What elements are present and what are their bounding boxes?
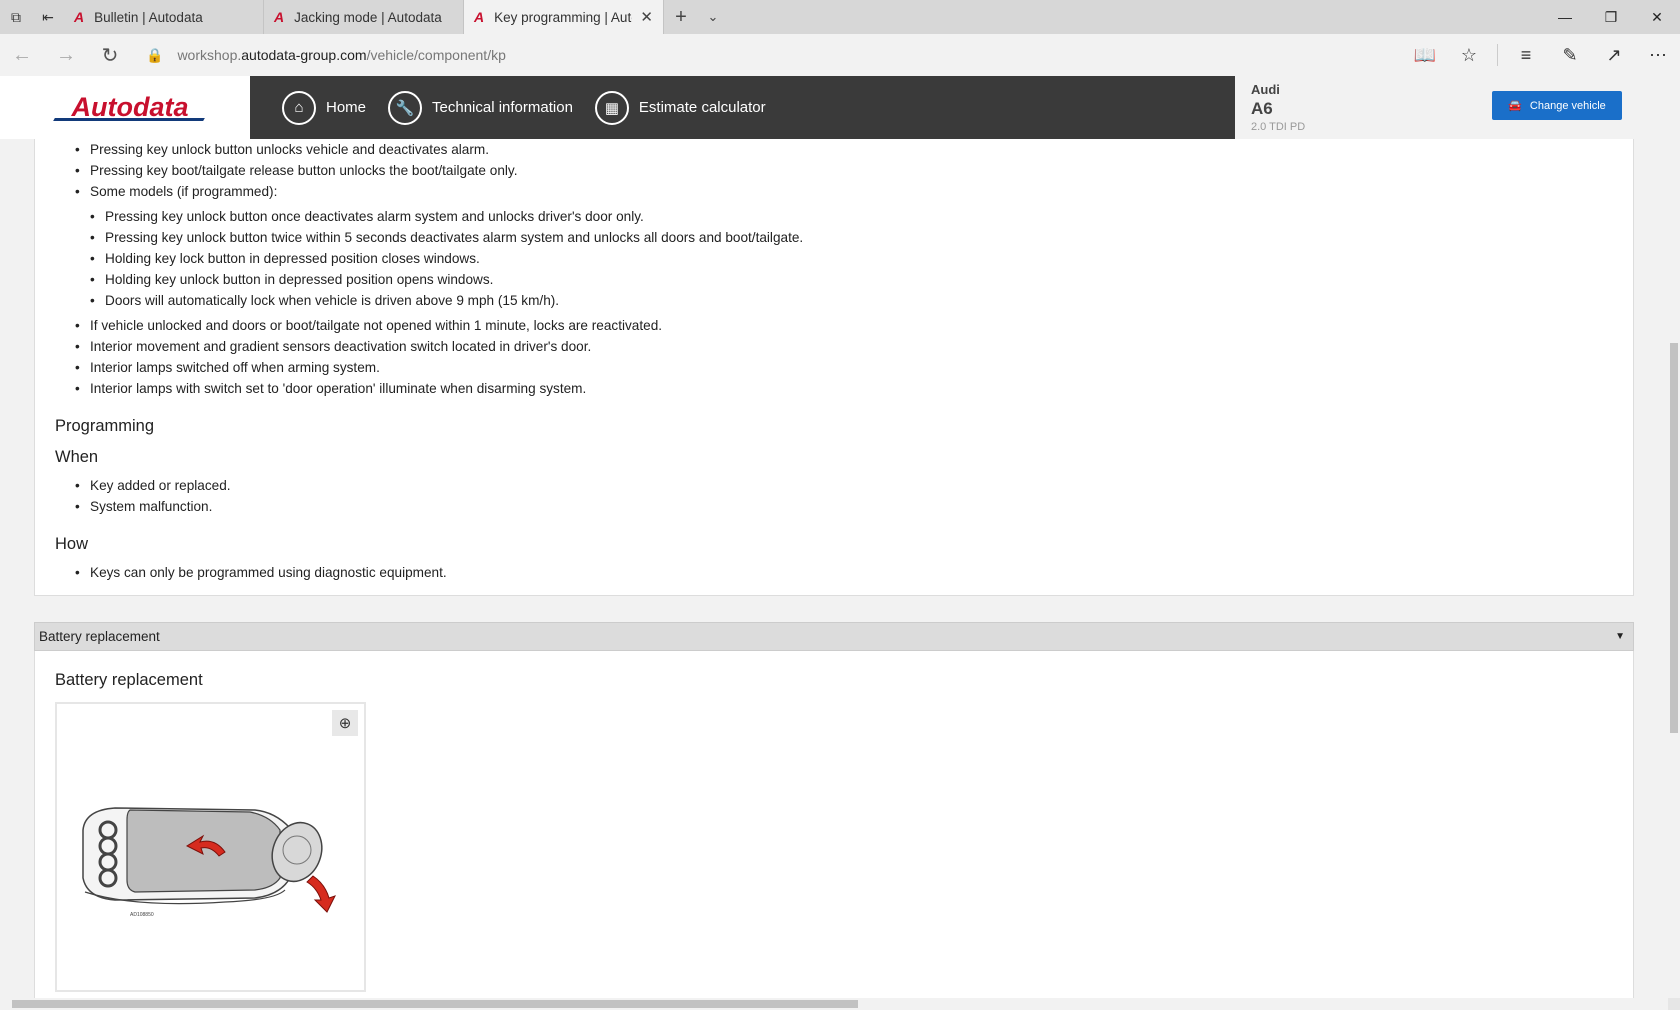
vehicle-make: Audi bbox=[1251, 82, 1280, 97]
minimize-icon[interactable]: — bbox=[1542, 0, 1588, 34]
list-item: Doors will automatically lock when vehic… bbox=[90, 290, 1613, 311]
forward-icon[interactable]: → bbox=[44, 34, 88, 76]
logo-text: Autodata bbox=[62, 92, 189, 123]
app-header: Autodata ⌂ Home 🔧 Technical information … bbox=[0, 76, 1636, 139]
list-item: Interior movement and gradient sensors d… bbox=[75, 336, 1613, 357]
autodata-favicon-icon: A bbox=[274, 9, 285, 25]
refresh-icon[interactable]: ↻ bbox=[88, 34, 132, 76]
list-item: Some models (if programmed): Pressing ke… bbox=[75, 181, 1613, 311]
change-vehicle-button[interactable]: 🚘 Change vehicle bbox=[1492, 91, 1622, 120]
when-list: Key added or replaced. System malfunctio… bbox=[55, 475, 1613, 517]
list-item: Holding key unlock button in depressed p… bbox=[90, 269, 1613, 290]
list-item: System malfunction. bbox=[75, 496, 1613, 517]
vertical-scrollbar[interactable] bbox=[1668, 76, 1680, 998]
home-icon: ⌂ bbox=[282, 90, 316, 125]
vehicle-panel: Audi A6 2.0 TDI PD 🚘 Change vehicle bbox=[1235, 76, 1636, 139]
url-field[interactable]: 🔒 workshop.autodata-group.com/vehicle/co… bbox=[146, 47, 506, 64]
how-list: Keys can only be programmed using diagno… bbox=[55, 562, 1613, 583]
close-window-icon[interactable]: ✕ bbox=[1634, 0, 1680, 34]
more-icon[interactable]: ⋯ bbox=[1636, 45, 1680, 66]
list-item: Holding key lock button in depressed pos… bbox=[90, 248, 1613, 269]
list-item: Interior lamps switched off when arming … bbox=[75, 357, 1613, 378]
web-note-icon[interactable]: ✎ bbox=[1548, 45, 1592, 66]
reading-view-icon[interactable]: 📖 bbox=[1403, 45, 1447, 66]
toolbar-divider bbox=[1497, 44, 1498, 66]
chevron-down-icon[interactable]: ⌄ bbox=[698, 0, 728, 34]
lock-icon: 🔒 bbox=[146, 46, 164, 63]
tab-key-programming[interactable]: A Key programming | Autodata ✕ bbox=[464, 0, 664, 34]
when-heading: When bbox=[55, 448, 99, 466]
share-icon[interactable]: ↗ bbox=[1592, 45, 1636, 66]
battery-figure[interactable]: ⊕ AD108850 bbox=[55, 702, 366, 992]
wrench-icon: 🔧 bbox=[388, 90, 423, 125]
change-vehicle-label: Change vehicle bbox=[1529, 99, 1606, 112]
battery-heading: Battery replacement bbox=[55, 671, 203, 689]
autodata-logo[interactable]: Autodata bbox=[0, 76, 250, 139]
battery-replacement-section-toggle[interactable]: Battery replacement ▼ bbox=[34, 622, 1634, 651]
vehicle-model: A6 bbox=[1251, 99, 1273, 118]
set-aside-tabs-icon[interactable]: ⇤ bbox=[32, 0, 64, 34]
browser-tab-bar: ⧉ ⇤ A Bulletin | Autodata A Jacking mode… bbox=[0, 0, 1680, 34]
favorite-star-icon[interactable]: ☆ bbox=[1447, 45, 1491, 66]
section-label: Battery replacement bbox=[39, 629, 160, 644]
nav-home-label: Home bbox=[326, 99, 367, 116]
url-prefix: workshop. bbox=[177, 47, 242, 63]
sub-list: Pressing key unlock button once deactiva… bbox=[90, 206, 1613, 311]
tab-label: Key programming | Autodata bbox=[494, 9, 632, 25]
address-bar: ← → ↻ 🔒 workshop.autodata-group.com/vehi… bbox=[0, 34, 1680, 76]
main-content: Pressing key unlock button unlocks vehic… bbox=[34, 139, 1634, 1010]
nav-technical-information[interactable]: 🔧 Technical information bbox=[388, 90, 573, 125]
nav-estimate-calculator-label: Estimate calculator bbox=[638, 99, 766, 116]
hub-icon[interactable]: ≡ bbox=[1504, 45, 1548, 66]
url-path: /vehicle/component/kp bbox=[366, 47, 506, 63]
autodata-favicon-icon: A bbox=[474, 9, 485, 25]
back-icon[interactable]: ← bbox=[0, 34, 44, 76]
nav-technical-information-label: Technical information bbox=[432, 99, 573, 116]
list-item: Keys can only be programmed using diagno… bbox=[75, 562, 1613, 583]
horizontal-scroll-thumb[interactable] bbox=[12, 1000, 858, 1008]
car-icon: 🚘 bbox=[1508, 100, 1522, 112]
nav-home[interactable]: ⌂ Home bbox=[282, 90, 367, 125]
figure-code: AD108850 bbox=[130, 912, 154, 918]
caret-down-icon: ▼ bbox=[1615, 631, 1625, 642]
tab-label: Bulletin | Autodata bbox=[94, 9, 203, 25]
list-item: Pressing key unlock button unlocks vehic… bbox=[75, 139, 1613, 160]
operation-list: Pressing key unlock button unlocks vehic… bbox=[55, 139, 1613, 399]
list-item: Pressing key boot/tailgate release butto… bbox=[75, 160, 1613, 181]
list-item: Pressing key unlock button once deactiva… bbox=[90, 206, 1613, 227]
close-tab-icon[interactable]: ✕ bbox=[640, 8, 653, 26]
vertical-scroll-thumb[interactable] bbox=[1670, 343, 1678, 733]
list-item: Interior lamps with switch set to 'door … bbox=[75, 378, 1613, 399]
key-programming-card: Pressing key unlock button unlocks vehic… bbox=[34, 139, 1634, 596]
list-item: Pressing key unlock button twice within … bbox=[90, 227, 1613, 248]
battery-replacement-card: Battery replacement ⊕ AD108850 bbox=[34, 651, 1634, 1010]
key-fob-illustration: AD108850 bbox=[82, 807, 336, 918]
tab-bulletin[interactable]: A Bulletin | Autodata bbox=[64, 0, 264, 34]
restore-icon[interactable]: ❐ bbox=[1588, 0, 1634, 34]
tab-label: Jacking mode | Autodata bbox=[294, 9, 442, 25]
list-item: Key added or replaced. bbox=[75, 475, 1613, 496]
new-tab-icon[interactable]: + bbox=[664, 0, 698, 34]
vehicle-engine: 2.0 TDI PD bbox=[1251, 121, 1306, 133]
tab-jacking-mode[interactable]: A Jacking mode | Autodata bbox=[264, 0, 464, 34]
horizontal-scrollbar[interactable] bbox=[0, 998, 1668, 1010]
tab-sets-icon[interactable]: ⧉ bbox=[0, 0, 32, 34]
nav-estimate-calculator[interactable]: ▦ Estimate calculator bbox=[594, 90, 766, 125]
zoom-in-icon[interactable]: ⊕ bbox=[332, 710, 358, 736]
scrollbar-corner bbox=[1668, 998, 1680, 1010]
calculator-icon: ▦ bbox=[594, 90, 629, 125]
list-item: If vehicle unlocked and doors or boot/ta… bbox=[75, 315, 1613, 336]
main-nav: ⌂ Home 🔧 Technical information ▦ Estimat… bbox=[250, 76, 1235, 139]
autodata-favicon-icon: A bbox=[74, 9, 85, 25]
how-heading: How bbox=[55, 535, 89, 553]
url-domain: autodata-group.com bbox=[241, 47, 367, 63]
list-item-text: Some models (if programmed): bbox=[90, 184, 278, 199]
programming-heading: Programming bbox=[55, 417, 155, 435]
